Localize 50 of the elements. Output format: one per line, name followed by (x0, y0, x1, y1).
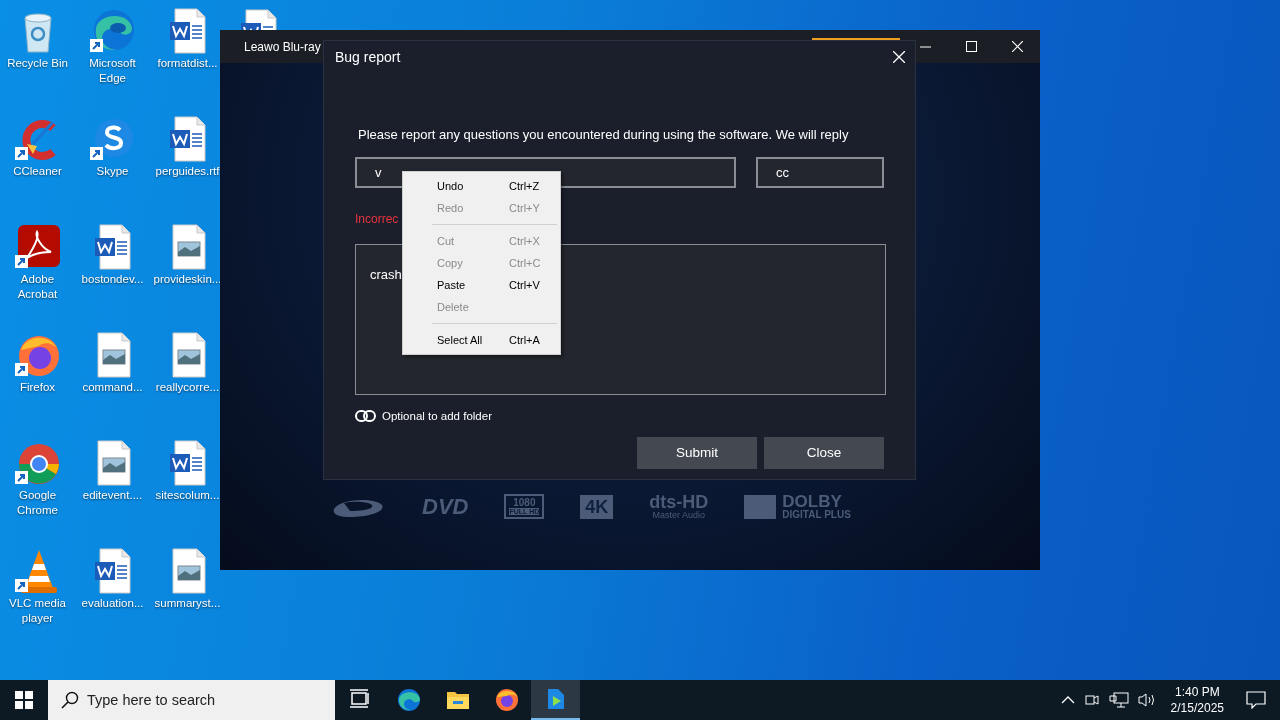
clock-date[interactable]: 2/15/2025 (1170, 700, 1224, 716)
icon-label[interactable]: sitescolum... (155, 488, 220, 503)
instruction-text: Please report any questions you encountered during using the software. We will reply (358, 126, 850, 144)
icon-label[interactable]: command... (82, 380, 143, 395)
icon-label[interactable]: formatdist... (157, 56, 218, 71)
icon-label[interactable]: Firefox (19, 380, 56, 395)
icon-label[interactable]: reallycorre... (155, 380, 220, 395)
attach-link[interactable]: Optional to add folder (382, 407, 492, 425)
camera-icon[interactable] (1082, 692, 1101, 708)
chevron-up-icon[interactable] (1060, 695, 1075, 705)
clock-time[interactable]: 1:40 PM (1174, 684, 1220, 700)
menu-item[interactable]: Paste Ctrl+V (403, 274, 560, 296)
menu-item[interactable]: Undo Ctrl+Z (403, 175, 560, 197)
windows-logo-icon[interactable] (15, 691, 33, 709)
dts-hd-logo: dts-HD Master Audio (649, 493, 709, 520)
close-button[interactable]: Close (764, 436, 884, 469)
dvd-logo: DVD (422, 495, 469, 518)
icon-label[interactable]: Microsoft Edge (75, 56, 150, 86)
window-title: Leawo Blu-ray (244, 38, 321, 56)
icon-label[interactable]: perguides.rtf (155, 164, 220, 179)
icon-label[interactable]: Skype (96, 164, 129, 179)
firefox-icon (494, 688, 519, 712)
edge-icon (396, 688, 421, 712)
icon-label[interactable]: Recycle Bin (7, 56, 68, 71)
notification-icon[interactable] (1246, 691, 1266, 709)
icon-label[interactable]: VLC media player (0, 596, 75, 626)
icon-label[interactable]: Google Chrome (0, 488, 75, 518)
maximize-icon[interactable] (965, 41, 977, 52)
icon-label[interactable]: summaryst... (154, 596, 221, 611)
icon-label[interactable]: bostondev... (81, 272, 144, 287)
icon-label[interactable]: Adobe Acrobat (0, 272, 75, 302)
volume-icon[interactable] (1136, 692, 1157, 708)
icon-label[interactable]: CCleaner (13, 164, 62, 179)
submit-button[interactable]: Submit (637, 436, 757, 469)
taskbar-button[interactable] (531, 680, 580, 720)
menu-item[interactable]: Select All Ctrl+A (403, 329, 560, 351)
network-icon[interactable] (1108, 692, 1129, 708)
close-icon[interactable] (893, 51, 905, 63)
search-field[interactable]: Type here to search (48, 680, 335, 720)
close-icon[interactable] (1011, 41, 1023, 52)
link-icon[interactable] (355, 410, 376, 423)
dialog-title: Bug report (335, 47, 401, 67)
search-icon[interactable] (61, 691, 79, 709)
icon-label[interactable]: editevent.... (82, 488, 143, 503)
icon-label[interactable]: provideskin... (153, 272, 222, 287)
error-text: Incorrec (355, 210, 400, 228)
dolby-logo: DOLBY DIGITAL PLUS (744, 493, 851, 520)
4k-logo: 4K (580, 494, 614, 519)
input-field[interactable]: cc (756, 156, 884, 188)
icon-label[interactable]: evaluation... (81, 596, 144, 611)
